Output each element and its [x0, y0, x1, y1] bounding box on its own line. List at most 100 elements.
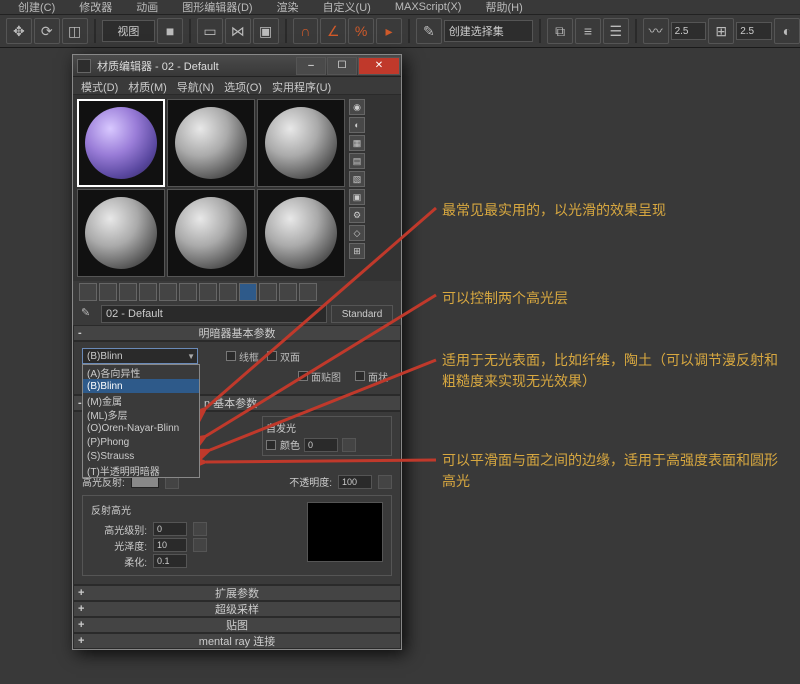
selfillum-spinner[interactable]: 0 [304, 438, 338, 452]
curve-editor-icon[interactable]: 〰 [643, 18, 669, 44]
rollup-extended[interactable]: +扩展参数 [73, 585, 401, 601]
named-sel-icon[interactable]: ✎ [416, 18, 442, 44]
show-end-result-icon[interactable] [259, 283, 277, 301]
menu-render[interactable]: 渲染 [277, 0, 299, 15]
reset-map-icon[interactable] [139, 283, 157, 301]
link-icon[interactable]: ⋈ [225, 18, 251, 44]
mirror-icon[interactable]: ⧉ [547, 18, 573, 44]
mat-map-nav-icon[interactable]: ⊞ [349, 243, 365, 259]
dlg-menu-nav[interactable]: 导航(N) [177, 79, 214, 95]
app-icon [77, 59, 91, 73]
make-copy-icon[interactable] [159, 283, 177, 301]
move-tool-icon[interactable]: ✥ [6, 18, 32, 44]
dlg-menu-options[interactable]: 选项(O) [224, 79, 262, 95]
options-icon[interactable]: ⚙ [349, 207, 365, 223]
spinner-2[interactable]: 2.5 [736, 22, 772, 40]
make-unique-icon[interactable] [179, 283, 197, 301]
material-slot-4[interactable] [77, 189, 165, 277]
sample-uv-icon[interactable]: ▤ [349, 153, 365, 169]
selection-set-dropdown[interactable]: 创建选择集 [444, 20, 533, 42]
dialog-titlebar[interactable]: 材质编辑器 - 02 - Default – ☐ ✕ [73, 55, 401, 77]
select-icon[interactable]: ▭ [197, 18, 223, 44]
rollup-shader-basic[interactable]: - 明暗器基本参数 [73, 325, 401, 341]
selfillum-color-checkbox[interactable] [266, 440, 276, 450]
background-icon[interactable]: ▦ [349, 135, 365, 151]
shader-option-metal[interactable]: (M)金属 [83, 393, 199, 407]
opacity-spinner[interactable]: 100 [338, 475, 372, 489]
close-button[interactable]: ✕ [358, 57, 400, 75]
layers-icon[interactable]: ☰ [603, 18, 629, 44]
menu-maxscript[interactable]: MAXScript(X) [395, 1, 462, 13]
percent-snap-icon[interactable]: % [348, 18, 374, 44]
make-preview-icon[interactable]: ▣ [349, 189, 365, 205]
gloss-map-button[interactable] [193, 538, 207, 552]
go-forward-icon[interactable] [299, 283, 317, 301]
angle-snap-icon[interactable]: ∠ [320, 18, 346, 44]
shader-option-translucent[interactable]: (T)半透明明暗器 [83, 463, 199, 477]
select-by-mat-icon[interactable]: ◇ [349, 225, 365, 241]
show-in-viewport-icon[interactable] [239, 283, 257, 301]
spinner-1[interactable]: 2.5 [671, 22, 707, 40]
minimize-button[interactable]: – [296, 57, 326, 75]
align-icon[interactable]: ≡ [575, 18, 601, 44]
snap-toggle-icon[interactable]: ∩ [293, 18, 319, 44]
mat-id-icon[interactable] [219, 283, 237, 301]
shader-option-orennayar[interactable]: (O)Oren-Nayar-Blinn [83, 421, 199, 435]
material-name-input[interactable]: 02 - Default [101, 305, 327, 323]
dlg-menu-material[interactable]: 材质(M) [128, 79, 167, 95]
material-slot-2[interactable] [167, 99, 255, 187]
dlg-menu-mode[interactable]: 模式(D) [81, 79, 118, 95]
facemap-checkbox[interactable] [298, 371, 308, 381]
shader-option-phong[interactable]: (P)Phong [83, 435, 199, 449]
assign-to-sel-icon[interactable] [119, 283, 137, 301]
menu-help[interactable]: 帮助(H) [485, 0, 522, 15]
material-slot-5[interactable] [167, 189, 255, 277]
soften-spinner[interactable]: 0.1 [153, 554, 187, 568]
faceted-checkbox[interactable] [355, 371, 365, 381]
shader-option-anisotropic[interactable]: (A)各向异性 [83, 365, 199, 379]
material-editor-icon[interactable]: ◐ [774, 18, 800, 44]
menu-anim[interactable]: 动画 [136, 0, 158, 15]
shader-option-multilayer[interactable]: (ML)多层 [83, 407, 199, 421]
wire-checkbox[interactable] [226, 351, 236, 361]
rollup-maps[interactable]: +贴图 [73, 617, 401, 633]
specular-curve-preview [307, 502, 383, 562]
material-slot-1[interactable] [77, 99, 165, 187]
put-to-library-icon[interactable] [199, 283, 217, 301]
scale2-icon[interactable]: ▣ [253, 18, 279, 44]
selfillum-map-button[interactable] [342, 438, 356, 452]
dlg-menu-util[interactable]: 实用程序(U) [272, 79, 331, 95]
video-color-icon[interactable]: ▧ [349, 171, 365, 187]
shader-option-blinn[interactable]: (B)Blinn [83, 379, 199, 393]
material-slot-3[interactable] [257, 99, 345, 187]
speclevel-spinner[interactable]: 0 [153, 522, 187, 536]
get-material-icon[interactable] [79, 283, 97, 301]
annotation-blinn: 最常见最实用的，以光滑的效果呈现 [442, 200, 666, 221]
spinner-snap-icon[interactable]: ▸ [376, 18, 402, 44]
menu-modify[interactable]: 修改器 [79, 0, 112, 15]
sample-type-icon[interactable]: ◉ [349, 99, 365, 115]
menu-custom[interactable]: 自定义(U) [323, 0, 371, 15]
material-slot-6[interactable] [257, 189, 345, 277]
opacity-map-button[interactable] [378, 475, 392, 489]
go-parent-icon[interactable] [279, 283, 297, 301]
eyedropper-icon[interactable]: ✎ [81, 306, 97, 322]
shader-dropdown[interactable]: (B)Blinn ▼ (A)各向异性 (B)Blinn (M)金属 (ML)多层… [82, 348, 198, 364]
two-sided-checkbox[interactable] [267, 351, 277, 361]
put-to-scene-icon[interactable] [99, 283, 117, 301]
menu-create[interactable]: 创建(C) [18, 0, 55, 15]
menu-graph[interactable]: 图形编辑器(D) [182, 0, 252, 15]
scale-tool-icon[interactable]: ◫ [62, 18, 88, 44]
rollup-supersample[interactable]: +超级采样 [73, 601, 401, 617]
rotate-tool-icon[interactable]: ⟳ [34, 18, 60, 44]
shader-option-strauss[interactable]: (S)Strauss [83, 449, 199, 463]
pivot-icon[interactable]: ■ [157, 18, 183, 44]
backlight-icon[interactable]: ◐ [349, 117, 365, 133]
material-type-button[interactable]: Standard [331, 305, 393, 323]
gloss-spinner[interactable]: 10 [153, 538, 187, 552]
maximize-button[interactable]: ☐ [327, 57, 357, 75]
speclevel-map-button[interactable] [193, 522, 207, 536]
rollup-mentalray[interactable]: +mental ray 连接 [73, 633, 401, 649]
schematic-icon[interactable]: ⊞ [708, 18, 734, 44]
reference-coord-dropdown[interactable]: 视图 [102, 20, 156, 42]
